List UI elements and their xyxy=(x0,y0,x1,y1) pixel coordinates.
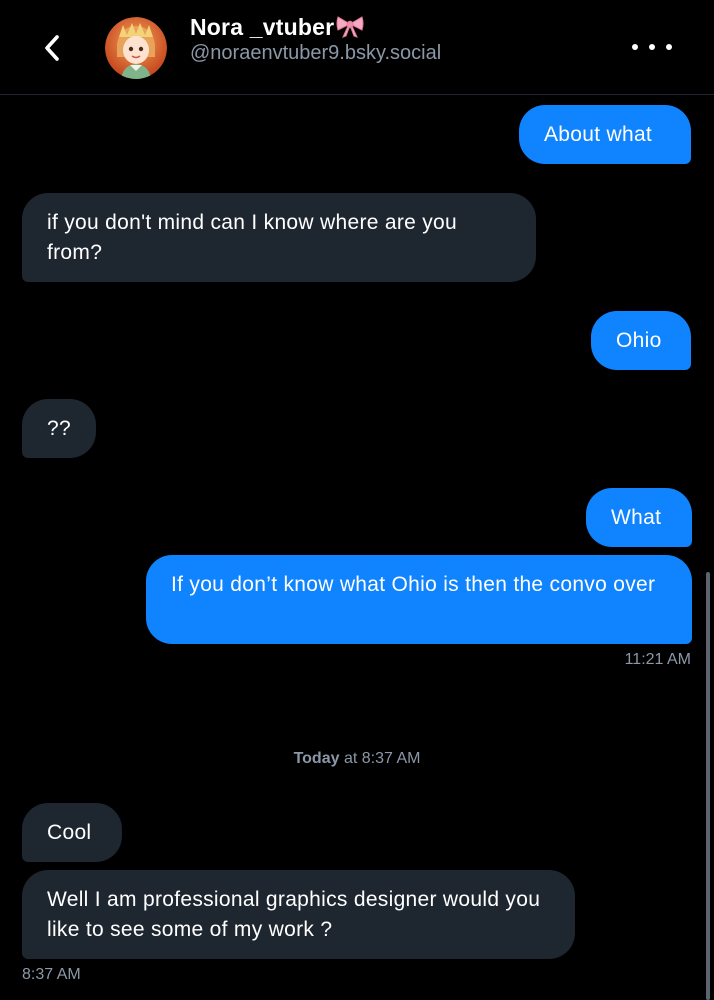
contact-handle: @noraenvtuber9.bsky.social xyxy=(190,42,442,64)
message-bubble-sent[interactable]: If you don’t know what Ohio is then the … xyxy=(146,555,692,644)
back-button[interactable] xyxy=(34,28,70,68)
conversation-header: Nora _vtuber @noraenvtuber9.bsky.social xyxy=(0,0,714,95)
ribbon-bow-icon xyxy=(335,14,365,44)
message-bubble-received[interactable]: ?? xyxy=(22,399,96,458)
message-bubble-received[interactable]: Well I am professional graphics designer… xyxy=(22,870,575,959)
avatar[interactable] xyxy=(105,17,167,79)
scrollbar[interactable] xyxy=(706,572,710,1000)
message-bubble-sent[interactable]: What xyxy=(586,488,692,547)
more-options-button[interactable] xyxy=(632,34,672,60)
message-bubble-sent[interactable]: Ohio xyxy=(591,311,691,370)
message-bubble-received[interactable]: Cool xyxy=(22,803,122,862)
date-divider: Today at 8:37 AM xyxy=(293,750,421,767)
contact-name: Nora _vtuber xyxy=(190,14,365,44)
message-timestamp: 11:21 AM xyxy=(624,651,691,668)
message-timestamp: 8:37 AM xyxy=(22,966,81,983)
more-horizontal-icon xyxy=(632,44,638,50)
chevron-left-icon xyxy=(45,35,59,61)
message-bubble-received[interactable]: if you don't mind can I know where are y… xyxy=(22,193,536,282)
message-bubble-sent[interactable]: About what xyxy=(519,105,691,164)
